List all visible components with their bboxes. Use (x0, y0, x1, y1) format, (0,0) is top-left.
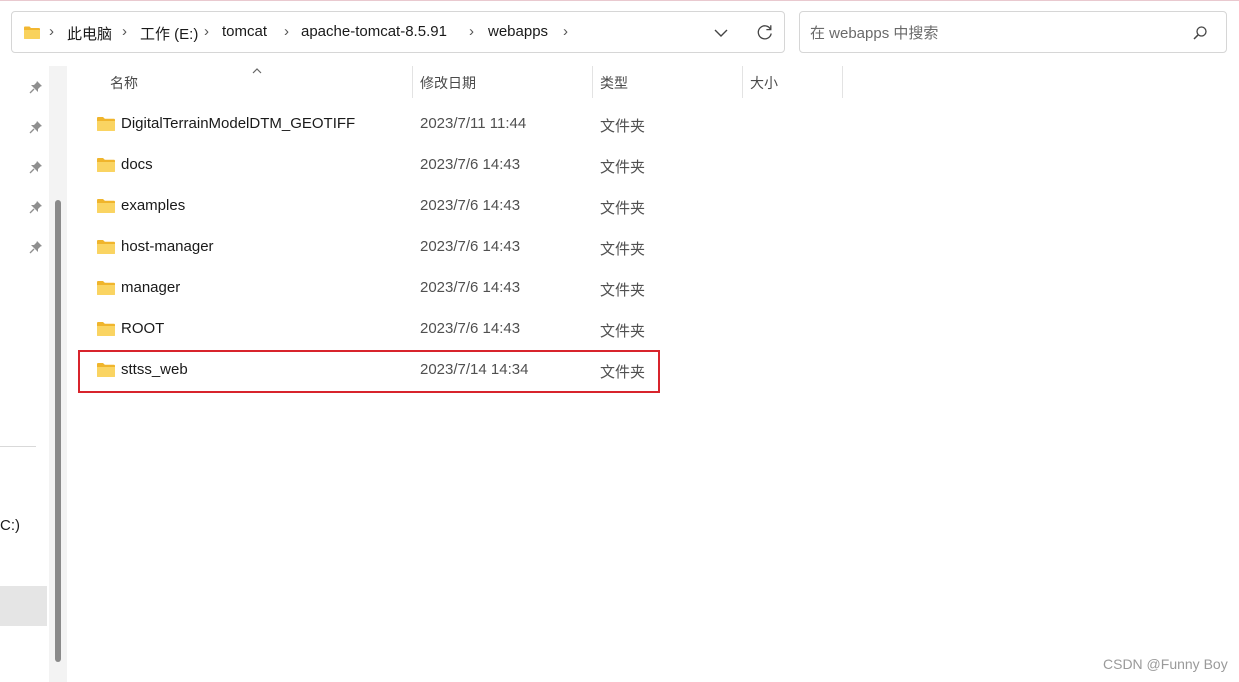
chevron-right-icon[interactable]: › (122, 23, 127, 40)
nav-selected-item[interactable] (0, 586, 47, 626)
file-type: 文件夹 (600, 364, 646, 381)
file-row[interactable]: manager 2023/7/6 14:43 文件夹 (78, 268, 658, 308)
file-name: host-manager (121, 238, 214, 255)
file-row[interactable]: host-manager 2023/7/6 14:43 文件夹 (78, 227, 658, 267)
chevron-right-icon: › (49, 23, 54, 40)
folder-icon (23, 25, 41, 45)
file-row[interactable]: examples 2023/7/6 14:43 文件夹 (78, 186, 658, 226)
chevron-right-icon[interactable]: › (563, 23, 568, 40)
pin-icon[interactable] (29, 80, 43, 94)
file-name: docs (121, 156, 153, 173)
file-name: sttss_web (121, 361, 188, 378)
pin-icon[interactable] (29, 240, 43, 254)
column-header-name[interactable]: 名称 (110, 73, 138, 93)
file-name: examples (121, 197, 186, 214)
column-divider[interactable] (842, 66, 843, 98)
column-header-modified[interactable]: 修改日期 (420, 73, 476, 93)
column-header-type[interactable]: 类型 (600, 73, 628, 93)
refresh-icon[interactable] (755, 22, 775, 42)
breadcrumb-this-pc[interactable]: 此电脑 (67, 23, 112, 44)
file-type: 文件夹 (600, 282, 646, 299)
nav-divider (0, 446, 36, 447)
file-modified: 2023/7/6 14:43 (420, 238, 521, 255)
column-header-size[interactable]: 大小 (750, 73, 778, 93)
chevron-right-icon[interactable]: › (204, 23, 209, 40)
breadcrumb-apache-tomcat[interactable]: apache-tomcat-8.5.91 (301, 23, 447, 40)
folder-icon (96, 362, 116, 383)
search-input[interactable] (808, 20, 1182, 46)
file-name: DigitalTerrainModelDTM_GEOTIFF (121, 115, 356, 132)
chevron-right-icon[interactable]: › (284, 23, 289, 40)
pin-icon[interactable] (29, 200, 43, 214)
address-bar[interactable]: › 此电脑 › 工作 (E:) › tomcat › apache-tomcat… (11, 11, 785, 53)
file-modified: 2023/7/6 14:43 (420, 156, 521, 173)
search-icon[interactable] (1192, 25, 1208, 41)
file-row[interactable]: DigitalTerrainModelDTM_GEOTIFF 2023/7/11… (78, 104, 658, 144)
file-name: ROOT (121, 320, 165, 337)
file-row[interactable]: docs 2023/7/6 14:43 文件夹 (78, 145, 658, 185)
breadcrumb-webapps[interactable]: webapps (488, 23, 548, 40)
folder-icon (96, 198, 116, 219)
folder-icon (96, 157, 116, 178)
nav-scrollbar-thumb[interactable] (55, 200, 61, 662)
column-divider[interactable] (412, 66, 413, 98)
nav-drive-c-label[interactable]: C:) (0, 517, 20, 534)
file-type: 文件夹 (600, 159, 646, 176)
file-modified: 2023/7/14 14:34 (420, 361, 529, 378)
file-type: 文件夹 (600, 323, 646, 340)
chevron-right-icon[interactable]: › (469, 23, 474, 40)
file-name: manager (121, 279, 181, 296)
file-row[interactable]: ROOT 2023/7/6 14:43 文件夹 (78, 309, 658, 349)
folder-icon (96, 239, 116, 260)
window-top-edge (0, 0, 1239, 1)
sort-up-icon (251, 62, 263, 74)
file-modified: 2023/7/11 11:44 (420, 115, 527, 132)
file-modified: 2023/7/6 14:43 (420, 279, 521, 296)
pin-icon[interactable] (29, 160, 43, 174)
folder-icon (96, 280, 116, 301)
file-modified: 2023/7/6 14:43 (420, 320, 521, 337)
breadcrumb-drive-e[interactable]: 工作 (E:) (140, 23, 198, 44)
breadcrumb-tomcat[interactable]: tomcat (222, 23, 267, 40)
folder-icon (96, 321, 116, 342)
file-type: 文件夹 (600, 241, 646, 258)
file-type: 文件夹 (600, 200, 646, 217)
file-type: 文件夹 (600, 118, 646, 135)
column-divider[interactable] (592, 66, 593, 98)
chevron-down-icon[interactable] (712, 24, 730, 42)
file-row-highlighted[interactable]: sttss_web 2023/7/14 14:34 文件夹 (78, 350, 660, 393)
column-divider[interactable] (742, 66, 743, 98)
file-modified: 2023/7/6 14:43 (420, 197, 521, 214)
folder-icon (96, 116, 116, 137)
pin-icon[interactable] (29, 120, 43, 134)
search-box[interactable] (799, 11, 1227, 53)
watermark: CSDN @Funny Boy (1103, 656, 1228, 672)
